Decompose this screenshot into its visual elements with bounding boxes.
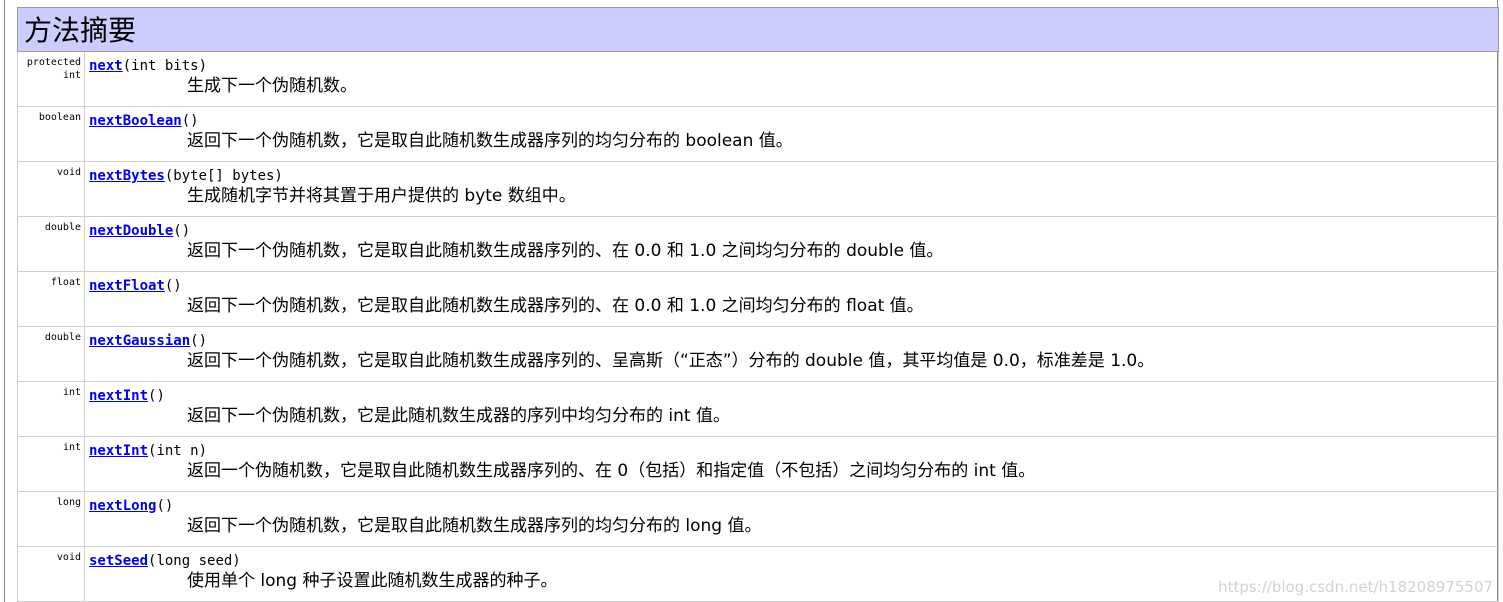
method-link[interactable]: nextFloat xyxy=(89,278,165,294)
method-row: void nextBytes(byte[] bytes) 生成随机字节并将其置于用户… xyxy=(17,161,1499,217)
method-return-type: float xyxy=(17,271,85,327)
method-return-type: boolean xyxy=(17,106,85,162)
method-link[interactable]: setSeed xyxy=(89,553,148,569)
method-detail-cell: nextFloat() 返回下一个伪随机数，它是取自此随机数生成器序列的、在 0.… xyxy=(84,271,1499,327)
method-signature: nextInt() xyxy=(89,388,1498,405)
method-link[interactable]: nextDouble xyxy=(89,223,173,239)
method-link[interactable]: nextBoolean xyxy=(89,113,182,129)
method-detail-cell: nextBytes(byte[] bytes) 生成随机字节并将其置于用户提供的 … xyxy=(84,161,1499,217)
method-link[interactable]: nextInt xyxy=(89,388,148,404)
method-signature: setSeed(long seed) xyxy=(89,553,1498,570)
watermark: https://blog.csdn.net/h18208975507 xyxy=(1218,578,1493,596)
method-link[interactable]: nextLong xyxy=(89,498,156,514)
method-link[interactable]: nextBytes xyxy=(89,168,165,184)
method-signature: nextBytes(byte[] bytes) xyxy=(89,168,1498,185)
method-signature: nextFloat() xyxy=(89,278,1498,295)
method-params: () xyxy=(173,223,191,239)
method-detail-cell: nextGaussian() 返回下一个伪随机数，它是取自此随机数生成器序列的、呈… xyxy=(84,326,1499,382)
method-return-type: long xyxy=(17,491,85,547)
method-link[interactable]: next xyxy=(89,58,123,74)
method-params: (byte[] bytes) xyxy=(164,168,283,184)
method-description: 返回下一个伪随机数，它是取自此随机数生成器序列的、呈高斯（“正态”）分布的 do… xyxy=(187,351,1155,371)
method-detail-cell: nextBoolean() 返回下一个伪随机数，它是取自此随机数生成器序列的均匀分… xyxy=(84,106,1499,162)
method-link[interactable]: nextGaussian xyxy=(89,333,190,349)
method-description: 返回下一个伪随机数，它是取自此随机数生成器序列的、在 0.0 和 1.0 之间均… xyxy=(187,241,944,261)
method-params: (int bits) xyxy=(122,58,208,74)
method-description: 返回一个伪随机数，它是取自此随机数生成器序列的、在 0（包括）和指定值（不包括）… xyxy=(187,461,1036,481)
method-return-type: void xyxy=(17,546,85,602)
method-signature: nextDouble() xyxy=(89,223,1498,240)
method-return-type: protected int xyxy=(17,51,85,107)
method-description: 生成随机字节并将其置于用户提供的 byte 数组中。 xyxy=(187,186,576,206)
method-row: float nextFloat() 返回下一个伪随机数，它是取自此随机数生成器序列的… xyxy=(17,271,1499,327)
method-detail-cell: nextDouble() 返回下一个伪随机数，它是取自此随机数生成器序列的、在 0… xyxy=(84,216,1499,272)
method-description: 返回下一个伪随机数，它是取自此随机数生成器序列的均匀分布的 long 值。 xyxy=(187,516,762,536)
method-params: () xyxy=(164,278,182,294)
method-row: double nextDouble() 返回下一个伪随机数，它是取自此随机数生成器序… xyxy=(17,216,1499,272)
method-row: long nextLong() 返回下一个伪随机数，它是取自此随机数生成器序列的均匀… xyxy=(17,491,1499,547)
method-return-type: int xyxy=(17,436,85,492)
method-return-type: void xyxy=(17,161,85,217)
method-return-type: int xyxy=(17,381,85,437)
method-params: (int n) xyxy=(148,443,208,459)
method-row: int nextInt() 返回下一个伪随机数，它是此随机数生成器的序列中均匀分布的… xyxy=(17,381,1499,437)
method-signature: next(int bits) xyxy=(89,58,1498,75)
method-detail-cell: nextInt() 返回下一个伪随机数，它是此随机数生成器的序列中均匀分布的 in… xyxy=(84,381,1499,437)
method-row: double nextGaussian() 返回下一个伪随机数，它是取自此随机数生成… xyxy=(17,326,1499,382)
method-params: () xyxy=(156,498,174,514)
method-summary-header-row: 方法摘要 xyxy=(17,7,1499,52)
method-detail-cell: nextLong() 返回下一个伪随机数，它是取自此随机数生成器序列的均匀分布的 … xyxy=(84,491,1499,547)
method-detail-cell: nextInt(int n) 返回一个伪随机数，它是取自此随机数生成器序列的、在 … xyxy=(84,436,1499,492)
method-params: () xyxy=(148,388,165,404)
method-row: boolean nextBoolean() 返回下一个伪随机数，它是取自此随机数生成… xyxy=(17,106,1499,162)
method-signature: nextLong() xyxy=(89,498,1498,515)
method-params: (long seed) xyxy=(148,553,241,569)
method-signature: nextInt(int n) xyxy=(89,443,1498,460)
method-link[interactable]: nextInt xyxy=(89,443,148,459)
method-row: int nextInt(int n) 返回一个伪随机数，它是取自此随机数生成器序列的… xyxy=(17,436,1499,492)
method-params: () xyxy=(181,113,199,129)
method-params: () xyxy=(190,333,208,349)
method-row: protected int next(int bits) 生成下一个伪随机数。 xyxy=(17,51,1499,107)
method-summary-body: 方法摘要 protected int next(int bits) 生成下一个伪随机… xyxy=(17,7,1499,602)
method-detail-cell: next(int bits) 生成下一个伪随机数。 xyxy=(84,51,1499,107)
method-description: 返回下一个伪随机数，它是此随机数生成器的序列中均匀分布的 int 值。 xyxy=(187,406,730,426)
method-signature: nextGaussian() xyxy=(89,333,1498,350)
method-signature: nextBoolean() xyxy=(89,113,1498,130)
method-description: 返回下一个伪随机数，它是取自此随机数生成器序列的、在 0.0 和 1.0 之间均… xyxy=(187,296,924,316)
method-return-type: double xyxy=(17,216,85,272)
section-title: 方法摘要 xyxy=(17,7,1499,52)
method-description: 返回下一个伪随机数，它是取自此随机数生成器序列的均匀分布的 boolean 值。 xyxy=(187,131,793,151)
method-return-type: double xyxy=(17,326,85,382)
method-description: 生成下一个伪随机数。 xyxy=(187,76,357,96)
method-summary-table: 方法摘要 protected int next(int bits) 生成下一个伪随机… xyxy=(17,7,1499,602)
